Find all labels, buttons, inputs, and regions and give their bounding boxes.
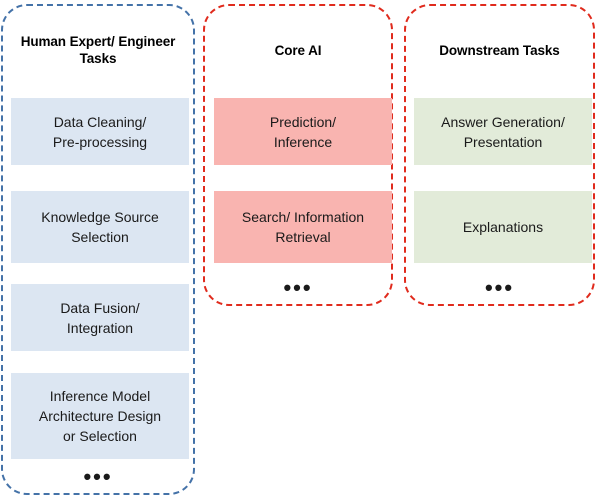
ellipsis-human-expert: •••	[83, 464, 113, 489]
task-label: Data Cleaning/ Pre-processing	[52, 113, 148, 150]
task-label: Prediction/ Inference	[269, 113, 337, 150]
task-box-answer-generation-presentation[interactable]: Answer Generation/ Presentation	[414, 98, 592, 165]
task-box-data-cleaning[interactable]: Data Cleaning/ Pre-processing	[11, 98, 189, 165]
task-label: Knowledge Source Selection	[41, 209, 159, 245]
column-human-expert: Human Expert/ Engineer Tasks Data Cleani…	[1, 4, 195, 495]
task-label: Search/ Information Retrieval	[241, 209, 365, 245]
task-box-data-fusion-integration[interactable]: Data Fusion/ Integration	[11, 284, 189, 351]
ellipsis-core-ai: •••	[283, 275, 313, 300]
diagram-canvas: Human Expert/ Engineer Tasks Data Cleani…	[0, 0, 600, 502]
task-label: Inference Model Architecture Design or S…	[38, 388, 162, 444]
task-label: Explanations	[462, 219, 544, 235]
column-title-downstream-tasks: Downstream Tasks	[439, 43, 560, 58]
column-core-ai: Core AI Prediction/ Inference Search/ In…	[203, 4, 393, 306]
task-box-explanations[interactable]: Explanations	[414, 191, 592, 263]
task-box-prediction-inference[interactable]: Prediction/ Inference	[214, 98, 392, 165]
column-downstream-tasks: Downstream Tasks Answer Generation/ Pres…	[404, 4, 595, 306]
task-box-inference-model-architecture[interactable]: Inference Model Architecture Design or S…	[11, 373, 189, 459]
task-label: Answer Generation/ Presentation	[441, 113, 565, 150]
task-label: Data Fusion/ Integration	[60, 299, 140, 336]
column-title-human-expert: Human Expert/ Engineer Tasks	[20, 34, 176, 66]
column-title-core-ai: Core AI	[274, 43, 322, 58]
task-box-search-information-retrieval[interactable]: Search/ Information Retrieval	[214, 191, 392, 263]
ellipsis-downstream-tasks: •••	[484, 275, 515, 300]
task-box-knowledge-source-selection[interactable]: Knowledge Source Selection	[11, 191, 189, 263]
